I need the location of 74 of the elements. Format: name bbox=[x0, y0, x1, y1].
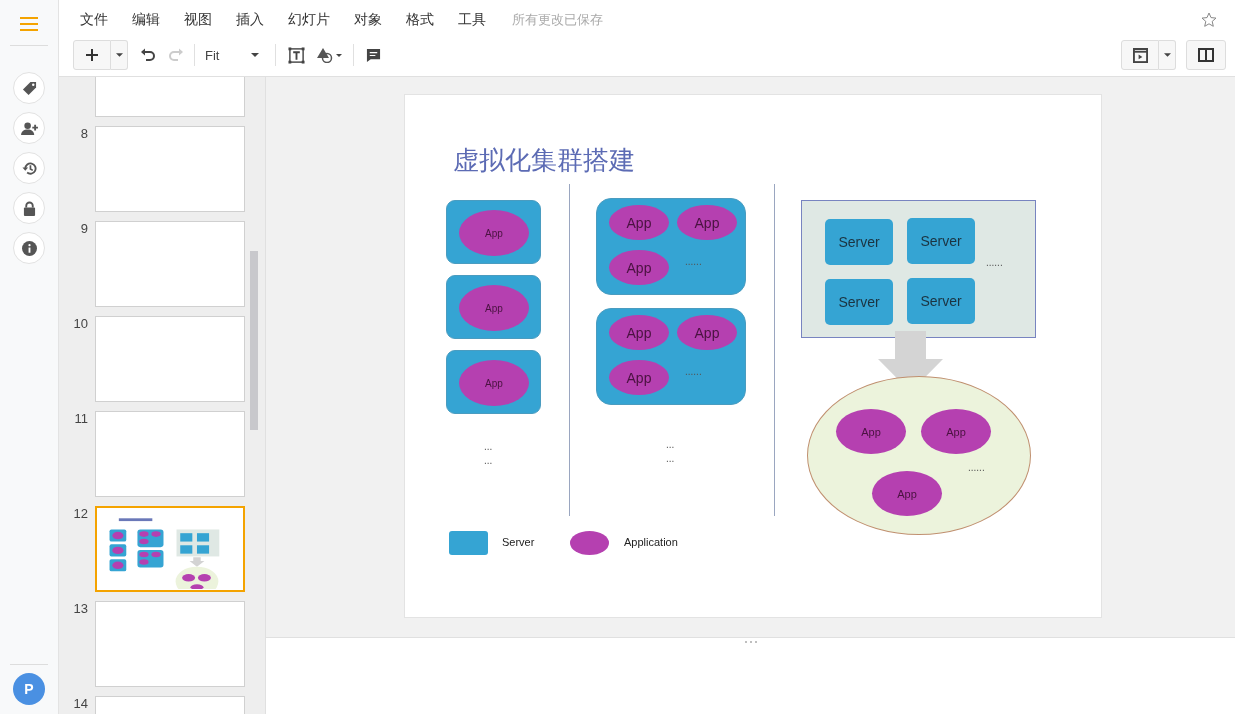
add-person-icon[interactable] bbox=[13, 112, 45, 144]
server-box: Server bbox=[825, 279, 893, 325]
ellipsis-text: ... bbox=[484, 442, 493, 452]
slide-title: 虚拟化集群搭建 bbox=[453, 144, 635, 177]
menu-item[interactable]: 格式 bbox=[406, 11, 434, 29]
slide-number: 13 bbox=[72, 601, 88, 616]
caret-button[interactable] bbox=[1159, 40, 1176, 70]
ellipsis-text: ... bbox=[666, 454, 675, 464]
new-slide-button[interactable] bbox=[73, 40, 111, 70]
legend-label: Server bbox=[502, 536, 535, 548]
server-box: Server bbox=[907, 218, 975, 264]
app-ellipse: App bbox=[677, 315, 737, 350]
slide-thumbnail[interactable] bbox=[95, 126, 245, 212]
app-ellipse: App bbox=[921, 409, 991, 454]
menu-item[interactable]: 插入 bbox=[236, 11, 264, 29]
ellipsis-text: ... bbox=[484, 456, 493, 466]
slide-number: 8 bbox=[79, 126, 88, 141]
resize-handle-icon[interactable] bbox=[744, 641, 757, 643]
ellipsis-text: ... bbox=[666, 440, 675, 450]
side-panel-icon bbox=[1198, 48, 1214, 62]
comment-icon[interactable] bbox=[366, 47, 382, 63]
ellipsis-text: ...... bbox=[685, 257, 702, 267]
app-ellipse: App bbox=[609, 250, 669, 285]
tag-icon[interactable] bbox=[13, 72, 45, 104]
legend-label: Application bbox=[624, 536, 678, 548]
app-ellipse: App bbox=[609, 315, 669, 350]
menu-item[interactable]: 文件 bbox=[80, 11, 108, 29]
menu-item[interactable]: 视图 bbox=[184, 11, 212, 29]
app-ellipse: App bbox=[677, 205, 737, 240]
menu-item[interactable]: 编辑 bbox=[132, 11, 160, 29]
slide-thumbnail[interactable] bbox=[95, 411, 245, 497]
plus-icon bbox=[85, 48, 99, 62]
text-box-icon[interactable] bbox=[288, 46, 306, 64]
ellipsis-text: ...... bbox=[968, 463, 985, 473]
menu-item[interactable]: 幻灯片 bbox=[288, 11, 330, 29]
slide-number: 10 bbox=[72, 316, 88, 331]
slide-number: 12 bbox=[72, 506, 88, 521]
undo-icon[interactable] bbox=[140, 48, 156, 62]
menu-item[interactable]: 工具 bbox=[458, 11, 486, 29]
menu-item[interactable]: 对象 bbox=[354, 11, 382, 29]
app-ellipse: App bbox=[609, 360, 669, 395]
save-status: 所有更改已保存 bbox=[512, 11, 603, 29]
side-panel-button[interactable] bbox=[1186, 40, 1226, 70]
star-icon[interactable] bbox=[1201, 12, 1217, 28]
slide-thumbnail[interactable] bbox=[95, 601, 245, 687]
zoom-select[interactable]: Fit bbox=[199, 41, 266, 69]
history-icon[interactable] bbox=[13, 152, 45, 184]
info-icon[interactable] bbox=[13, 232, 45, 264]
slide-number: 11 bbox=[73, 411, 88, 426]
server-box: Server bbox=[825, 219, 893, 265]
server-legend-swatch bbox=[449, 531, 488, 555]
caret-icon bbox=[251, 53, 260, 57]
ellipsis-text: ...... bbox=[986, 258, 1003, 268]
slide-thumbnail[interactable] bbox=[95, 221, 245, 307]
slide-number: 14 bbox=[72, 696, 88, 711]
app-ellipse: App bbox=[459, 360, 529, 406]
slide-number: 9 bbox=[79, 221, 88, 236]
application-legend-swatch bbox=[570, 531, 609, 555]
caret-button[interactable] bbox=[111, 40, 128, 70]
present-button[interactable] bbox=[1121, 40, 1159, 70]
app-ellipse: App bbox=[459, 285, 529, 331]
lock-icon[interactable] bbox=[13, 192, 45, 224]
present-icon bbox=[1131, 47, 1149, 63]
scrollbar-thumb[interactable] bbox=[250, 251, 258, 430]
server-box: Server bbox=[907, 278, 975, 324]
app-ellipse: App bbox=[609, 205, 669, 240]
caret-icon bbox=[115, 53, 123, 57]
app-ellipse: App bbox=[872, 471, 942, 516]
caret-icon bbox=[1163, 53, 1171, 57]
app-ellipse: App bbox=[459, 210, 529, 256]
app-ellipse: App bbox=[836, 409, 906, 454]
shapes-icon[interactable] bbox=[317, 47, 344, 63]
slide-thumbnail[interactable] bbox=[95, 316, 245, 402]
ellipsis-text: ...... bbox=[685, 367, 702, 377]
